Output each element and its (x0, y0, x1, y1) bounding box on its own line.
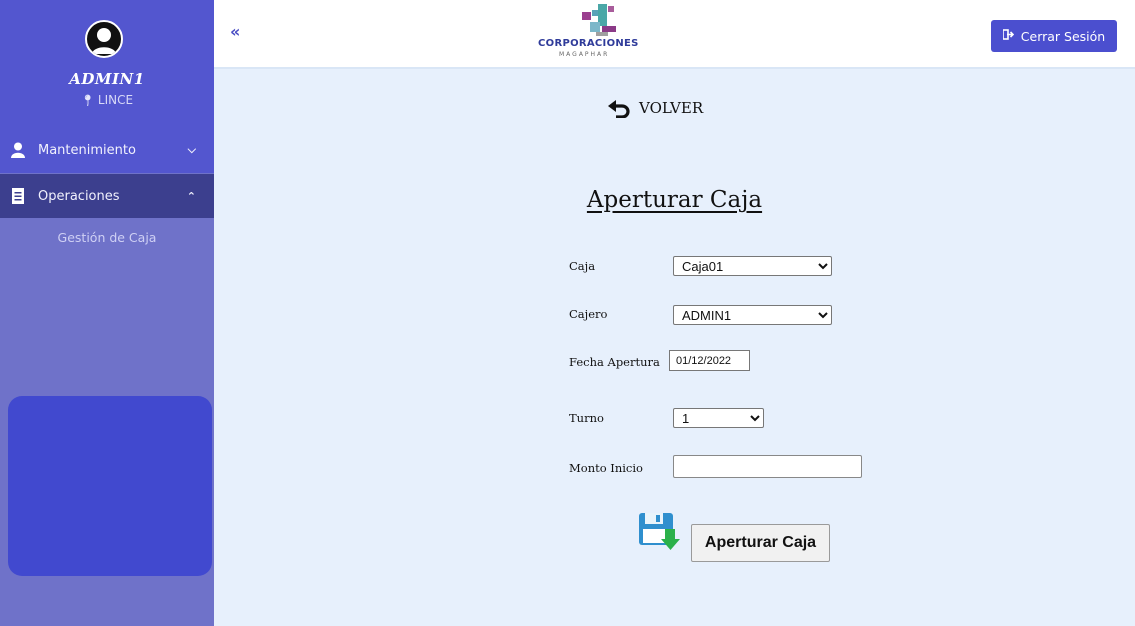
sidebar-item-mantenimiento[interactable]: Mantenimiento ⌵︎ (0, 128, 214, 172)
receipt-icon (10, 187, 26, 205)
sidebar-item-label: Operaciones (38, 188, 120, 204)
logo-subtitle: MAGAPHAR (559, 51, 610, 58)
location-label: LINCE (97, 93, 134, 107)
sidebar: ADMIN1 📍︎ LINCE Mantenimiento ⌵︎ Operacio… (0, 0, 214, 626)
location-pin-icon: 📍︎ (80, 94, 95, 107)
logout-label: Cerrar Sesión (1020, 28, 1106, 44)
top-header: « CORPORACIONES MAGAPHAR Cerrar Sesión (214, 0, 1135, 69)
turno-select[interactable]: 1 (673, 408, 764, 428)
monto-inicio-input[interactable] (673, 455, 862, 478)
save-icon (639, 513, 680, 550)
chevron-up-icon: ⌃︎ (186, 189, 196, 203)
collapse-sidebar-button[interactable]: « (230, 22, 240, 41)
caja-label: Caja (569, 259, 596, 273)
aperturar-caja-button[interactable]: Aperturar Caja (691, 524, 830, 562)
fecha-apertura-label: Fecha Apertura (569, 355, 660, 369)
cajero-select[interactable]: ADMIN1 (673, 305, 832, 325)
back-label: VOLVER (639, 99, 704, 117)
fecha-apertura-input[interactable] (669, 350, 750, 371)
page-title: Aperturar Caja (586, 187, 763, 213)
sidebar-item-label: Mantenimiento (38, 142, 136, 158)
company-logo: CORPORACIONES MAGAPHAR (536, 4, 676, 64)
sidebar-subitem-gestion-caja[interactable]: Gestión de Caja (0, 230, 214, 245)
back-link[interactable]: VOLVER (607, 98, 703, 118)
chevron-down-icon: ⌵︎ (187, 143, 196, 156)
main-content: VOLVER Aperturar Caja Caja Caja01 Cajero… (214, 69, 1135, 626)
cajero-label: Cajero (569, 307, 608, 321)
caja-select[interactable]: Caja01 (673, 256, 832, 276)
logout-icon (1001, 29, 1014, 43)
back-arrow-icon (608, 100, 630, 118)
logout-button[interactable]: Cerrar Sesión (991, 20, 1117, 52)
turno-label: Turno (569, 411, 604, 425)
logo-icon (582, 4, 616, 36)
avatar-icon (85, 20, 123, 58)
user-location: 📍︎ LINCE (0, 93, 214, 107)
sidebar-panel (8, 396, 212, 576)
monto-inicio-label: Monto Inicio (569, 461, 643, 475)
user-name: ADMIN1 (69, 70, 145, 88)
user-icon (10, 141, 26, 159)
logo-title: CORPORACIONES (538, 38, 639, 49)
sidebar-item-operaciones[interactable]: Operaciones ⌃︎ (0, 174, 214, 218)
